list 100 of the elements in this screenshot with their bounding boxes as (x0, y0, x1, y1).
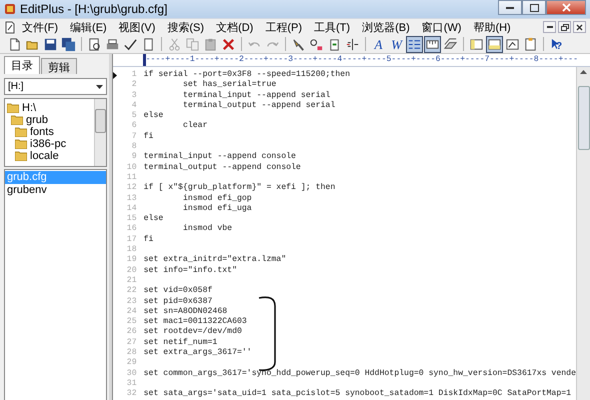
scrollbar-thumb[interactable] (578, 86, 590, 150)
code-line: insmod efi_gop (182, 194, 252, 204)
line-number: 30 (126, 368, 138, 379)
folder-name[interactable]: fonts (30, 126, 54, 138)
menu-item[interactable]: 工具(T) (308, 20, 356, 34)
flashlight-icon (291, 36, 306, 52)
code-line: terminal_output --append console (144, 162, 301, 173)
menu-item[interactable]: 窗口(W) (416, 20, 468, 34)
folder-icon (15, 139, 27, 149)
sidebar-tab[interactable]: 剪辑 (41, 58, 77, 74)
wrap-button[interactable]: W (388, 36, 405, 52)
line-number: 17 (126, 234, 138, 246)
line-number: 29 (126, 358, 138, 369)
line-number: 24 (126, 306, 138, 318)
toolbar-button[interactable]: ? (548, 36, 565, 52)
line-number: 19 (126, 255, 138, 266)
line-number: 3 (130, 90, 138, 101)
line-number: 13 (126, 194, 138, 204)
folder-name[interactable]: i386-pc (30, 138, 66, 150)
code-line: fi (144, 234, 154, 246)
minimize-button[interactable] (543, 21, 556, 33)
page-preview-icon (87, 36, 102, 52)
line-number: 16 (126, 224, 138, 235)
line-number: 7 (130, 132, 138, 142)
folder-icon (11, 115, 23, 125)
minimize-button[interactable] (498, 0, 522, 15)
toolbar-button[interactable] (424, 36, 441, 52)
side-panel-icon (469, 36, 484, 52)
code-line: set mac1=0011322CA603 (144, 317, 247, 327)
spell-check-icon (123, 36, 138, 52)
menu-item[interactable]: 工程(P) (259, 20, 308, 34)
folder-icon (15, 127, 27, 137)
toolbar-button[interactable] (60, 36, 77, 52)
close-button[interactable] (573, 21, 586, 33)
menu-item[interactable]: 浏览器(B) (356, 20, 416, 34)
line-number: 21 (126, 276, 138, 286)
menu-item[interactable]: 文件(F) (16, 20, 64, 34)
code-line: else (144, 214, 164, 224)
folder-name[interactable]: H:\ (22, 102, 36, 114)
folder-name[interactable]: locale (30, 150, 59, 162)
document-icon[interactable] (4, 20, 16, 34)
minimize-icon (506, 6, 514, 8)
code-line: set vid=0x058f (144, 286, 212, 297)
line-number: 23 (126, 296, 138, 307)
code-line: terminal_input --append serial (182, 90, 330, 101)
line-number: 20 (126, 266, 138, 276)
font-button[interactable]: A (370, 36, 387, 52)
dropdown-arrow-icon (96, 84, 103, 88)
code-line: set rootdev=/dev/md0 (144, 327, 242, 338)
disks-icon (61, 36, 76, 52)
minimize-icon (546, 26, 552, 28)
scrollbar[interactable] (576, 67, 590, 400)
sidebar-tab[interactable]: 目录 (4, 56, 40, 74)
menu-item[interactable]: 帮助(H) (467, 20, 517, 34)
menu-item[interactable]: 文档(D) (210, 20, 260, 34)
line-number: 6 (130, 121, 138, 132)
line-number: 28 (126, 348, 138, 358)
line-number: 4 (130, 100, 138, 112)
scrollbar[interactable] (94, 99, 106, 166)
code-line: else (144, 111, 164, 122)
code-line: set info="info.txt" (144, 266, 237, 276)
menu-item[interactable]: 搜索(S) (161, 20, 210, 34)
folder-name[interactable]: grub (26, 114, 48, 126)
close-icon (576, 24, 583, 30)
line-number: 27 (126, 338, 138, 348)
menu-item[interactable]: 视图(V) (112, 20, 162, 34)
line-number: 32 (126, 389, 138, 400)
line-number: 9 (130, 152, 138, 163)
clip-window-icon (523, 36, 538, 52)
maximize-button[interactable] (522, 0, 546, 15)
line-number: 15 (126, 214, 138, 224)
code-line: clear (182, 121, 208, 132)
line-number: 26 (126, 327, 138, 338)
file-item[interactable]: grubenv (5, 184, 106, 197)
scissors-icon (167, 36, 182, 52)
code-line: set extra_args_3617='' (144, 348, 252, 358)
code-line: set common_args_3617='syno_hdd_powerup_seq=0 HddHotplug=0 syno_hw_version=DS3617xs vende (144, 368, 576, 379)
line-number: 11 (126, 172, 138, 184)
line-number: 31 (126, 378, 138, 390)
code-line: terminal_input --append console (144, 152, 296, 163)
window-title: EditPlus - [H:\grub\grub.cfg] (20, 2, 168, 16)
code-line: set extra_initrd="extra.lzma" (144, 255, 286, 266)
line-number: 12 (126, 183, 138, 194)
scroll-up-icon (580, 70, 587, 74)
drive-dropdown[interactable]: [H:] (4, 78, 107, 95)
toolbar-button[interactable] (406, 36, 423, 52)
line-number: 22 (126, 286, 138, 297)
line-number: 5 (130, 111, 138, 122)
maximize-icon (530, 4, 538, 12)
column-marker-icon (345, 36, 360, 52)
restore-icon (560, 24, 568, 30)
code-line: set has_serial=true (182, 80, 276, 91)
line-number: 2 (130, 80, 138, 91)
toolbar-button[interactable] (486, 36, 503, 52)
code-line: if serial --port=0x3F8 --speed=115200;then (144, 70, 350, 80)
scrollbar-thumb[interactable] (94, 109, 106, 133)
browser-window-icon (505, 36, 520, 52)
menu-item[interactable]: 编辑(E) (64, 20, 113, 34)
restore-button[interactable] (558, 21, 571, 33)
replace-icon (309, 36, 324, 52)
